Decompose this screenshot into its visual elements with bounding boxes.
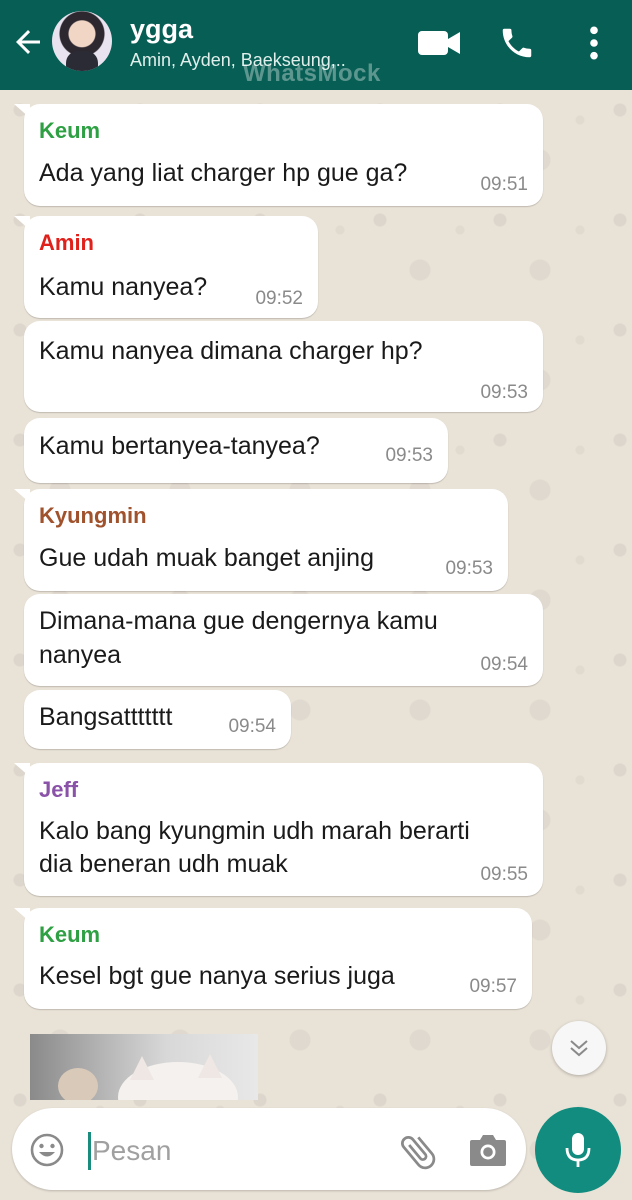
message-bubble[interactable]: Keum Kesel bgt gue nanya serius juga 09:… xyxy=(14,908,532,1009)
bubble-tail xyxy=(14,489,30,503)
cat-ear xyxy=(130,1056,154,1080)
message-sender: Keum xyxy=(39,118,101,143)
message-bubble[interactable]: Kamu nanyea dimana charger hp? 09:53 xyxy=(24,321,543,412)
message-input[interactable]: Pesan xyxy=(92,1135,171,1167)
bubble-tail xyxy=(14,216,30,230)
message-sender: Amin xyxy=(39,230,94,255)
message-bubble[interactable]: Kamu bertanyea-tanyea? 09:53 xyxy=(24,418,448,483)
message-text: Bangsattttttt xyxy=(39,703,173,731)
watermark: WhatsMock xyxy=(243,60,381,87)
chat-header: ygga Amin, Ayden, Baekseung,.. WhatsMock xyxy=(0,0,632,90)
group-avatar[interactable] xyxy=(52,11,112,71)
attach-icon[interactable] xyxy=(396,1130,440,1174)
chevron-double-down-icon xyxy=(570,1040,588,1057)
message-sender: Kyungmin xyxy=(39,503,147,528)
chat-title[interactable]: ygga xyxy=(130,14,193,45)
message-bubble[interactable]: Amin Kamu nanyea? 09:52 xyxy=(14,216,318,318)
message-time: 09:52 xyxy=(255,288,303,309)
video-call-icon[interactable] xyxy=(416,27,462,59)
message-time: 09:54 xyxy=(228,716,276,737)
mic-icon xyxy=(565,1133,591,1167)
scroll-to-bottom-button[interactable] xyxy=(552,1021,606,1075)
message-sender: Keum xyxy=(39,922,101,947)
text-caret xyxy=(88,1132,91,1170)
message-bubble[interactable]: Keum Ada yang liat charger hp gue ga? 09… xyxy=(14,104,543,206)
message-text: Kamu nanyea? xyxy=(39,273,208,301)
message-sender: Jeff xyxy=(39,777,79,802)
mic-button[interactable] xyxy=(535,1107,621,1193)
message-text: dia beneran udh muak xyxy=(39,850,288,878)
image-message[interactable] xyxy=(30,1034,258,1100)
message-bubble[interactable]: Dimana-mana gue dengernya kamu nanyea 09… xyxy=(24,594,543,686)
message-text: Gue udah muak banget anjing xyxy=(39,544,374,572)
message-time: 09:53 xyxy=(480,382,528,403)
bubble-tail xyxy=(14,763,30,777)
cat-ear xyxy=(198,1054,222,1078)
message-bubble[interactable]: Kyungmin Gue udah muak banget anjing 09:… xyxy=(14,489,508,591)
more-options-icon[interactable] xyxy=(580,24,608,62)
message-bubble[interactable]: Bangsattttttt 09:54 xyxy=(24,690,291,749)
message-time: 09:53 xyxy=(445,558,493,579)
back-arrow-icon[interactable] xyxy=(10,24,46,60)
message-time: 09:51 xyxy=(480,174,528,195)
camera-icon[interactable] xyxy=(468,1132,508,1168)
voice-call-icon[interactable] xyxy=(498,24,536,62)
emoji-icon[interactable] xyxy=(29,1132,65,1168)
message-bubble[interactable]: Jeff Kalo bang kyungmin udh marah berart… xyxy=(14,763,543,896)
message-input-bar: Pesan xyxy=(12,1108,526,1190)
message-text: Kesel bgt gue nanya serius juga xyxy=(39,962,395,990)
cat-paw xyxy=(58,1068,98,1100)
message-time: 09:54 xyxy=(480,654,528,675)
message-text: Ada yang liat charger hp gue ga? xyxy=(39,159,408,187)
message-text: Kamu nanyea dimana charger hp? xyxy=(39,337,423,365)
bubble-tail xyxy=(14,908,30,922)
message-time: 09:57 xyxy=(469,976,517,997)
message-text: Dimana-mana gue dengernya kamu xyxy=(39,607,438,635)
bubble-tail xyxy=(14,104,30,118)
message-time: 09:55 xyxy=(480,864,528,885)
message-text: nanyea xyxy=(39,641,122,669)
message-time: 09:53 xyxy=(385,445,433,466)
message-text: Kamu bertanyea-tanyea? xyxy=(39,432,320,460)
message-text: Kalo bang kyungmin udh marah berarti xyxy=(39,817,470,845)
